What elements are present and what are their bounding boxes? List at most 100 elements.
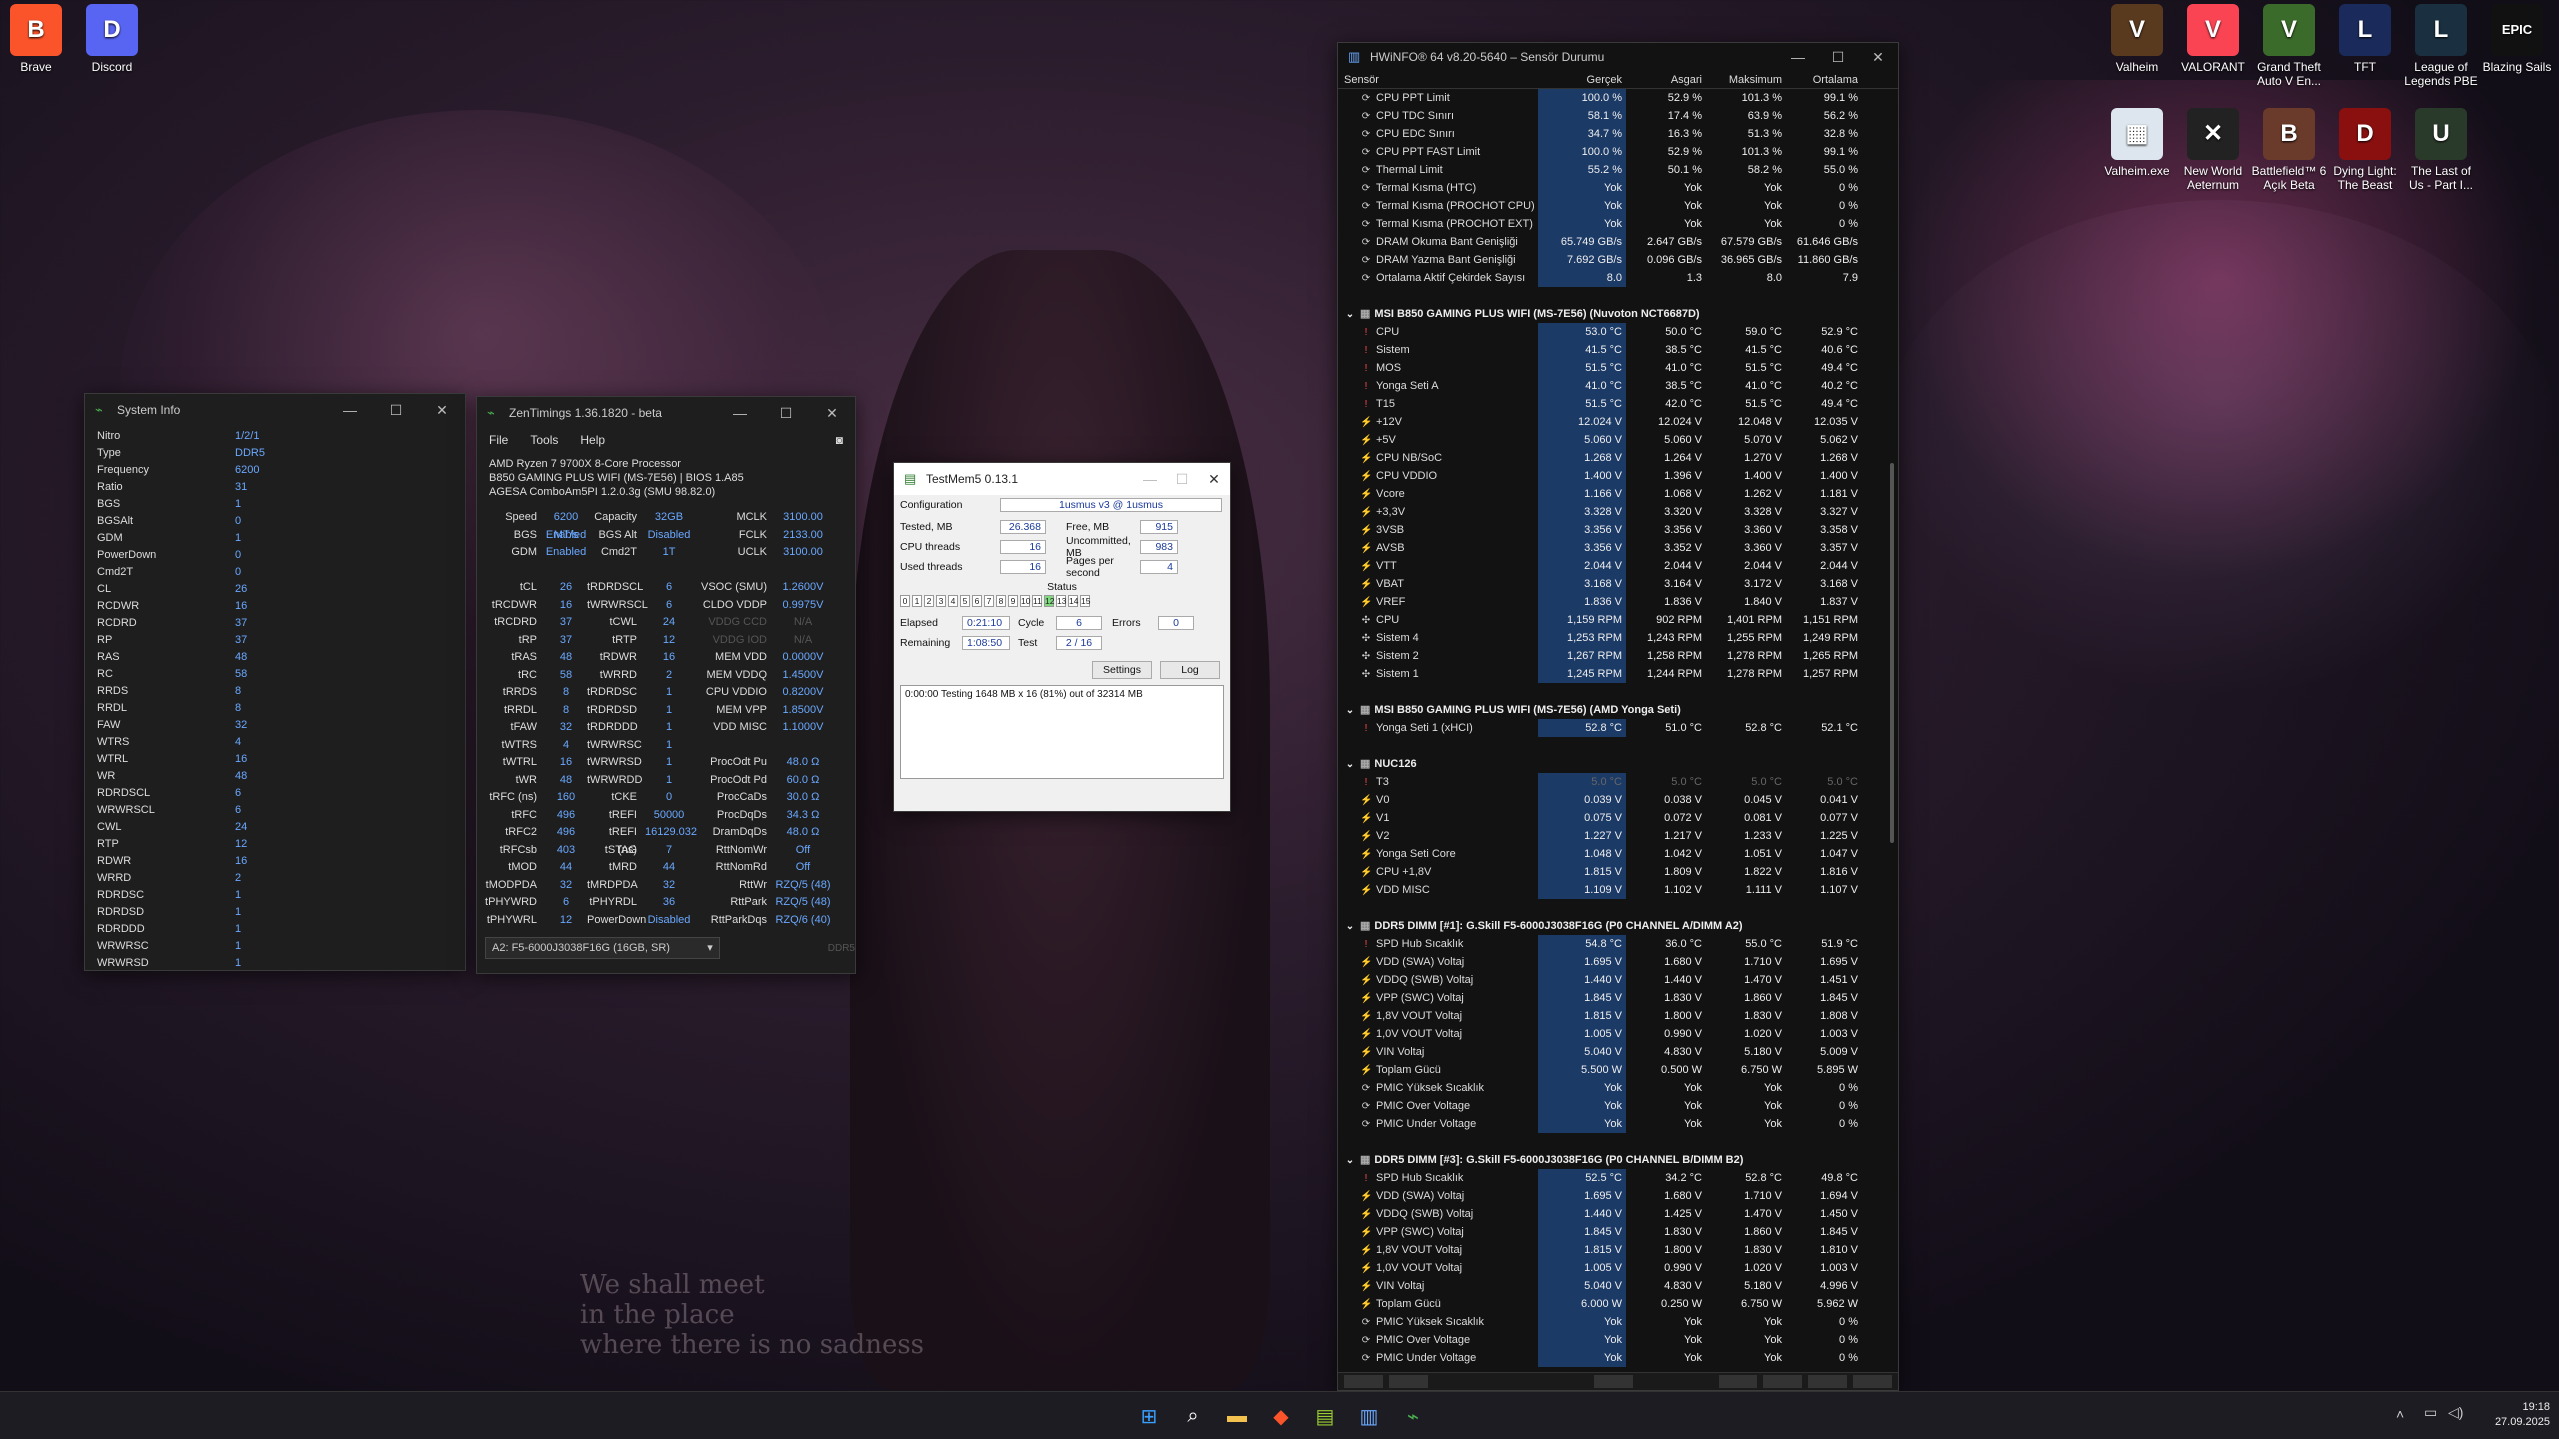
sensor-row[interactable]: ! Sistem 41.5 °C 38.5 °C 41.5 °C 40.6 °C [1338,341,1898,359]
sensor-group-header[interactable]: ⌄ ▦ NUC126 [1338,755,1898,773]
sensor-row[interactable]: ⚡ +3,3V 3.328 V 3.320 V 3.328 V 3.327 V [1338,503,1898,521]
sensor-row[interactable]: ⟳ CPU EDC Sınırı 34.7 % 16.3 % 51.3 % 32.8 % [1338,125,1898,143]
clock-icon[interactable] [1593,1375,1633,1388]
desktop-icon-game[interactable]: ✕ New World Aeternum [2174,108,2252,192]
sensor-group-header[interactable]: ⌄ ▦ DDR5 DIMM [#3]: G.Skill F5-6000J3038F1… [1338,1151,1898,1169]
sensor-row[interactable]: ! T15 51.5 °C 42.0 °C 51.5 °C 49.4 °C [1338,395,1898,413]
menu-file[interactable]: File [489,433,508,449]
close-sensors-icon[interactable] [1853,1375,1893,1388]
brave-icon[interactable]: ◆ [1266,1401,1296,1431]
sensor-row[interactable]: ⚡ +5V 5.060 V 5.060 V 5.070 V 5.062 V [1338,431,1898,449]
sensor-row[interactable]: ⟳ DRAM Yazma Bant Genişliği 7.692 GB/s 0.09… [1338,251,1898,269]
sensor-row[interactable]: ⚡ VDD MISC 1.109 V 1.102 V 1.111 V 1.107 V [1338,881,1898,899]
sensor-row[interactable]: ⚡ Toplam Gücü 5.500 W 0.500 W 6.750 W 5.895 W [1338,1061,1898,1079]
search-icon[interactable]: ⌕ [1178,1401,1208,1431]
close-button[interactable]: ✕ [1198,463,1230,495]
sensor-row[interactable]: ⟳ PMIC Over Voltage Yok Yok Yok 0 % [1338,1097,1898,1115]
sensor-row[interactable]: ⚡ VDD (SWA) Voltaj 1.695 V 1.680 V 1.710 V 1.… [1338,1187,1898,1205]
desktop-icon-game[interactable]: EPIC Blazing Sails [2478,4,2556,74]
minimize-button[interactable]: — [717,397,763,429]
chevron-down-icon[interactable]: ⌄ [1344,702,1356,719]
sensor-row[interactable]: ⟳ CPU TDC Sınırı 58.1 % 17.4 % 63.9 % 56.2 % [1338,107,1898,125]
hwinfo-scrollbar[interactable] [1890,463,1894,843]
sensor-row[interactable]: ⚡ CPU VDDIO 1.400 V 1.396 V 1.400 V 1.400 V [1338,467,1898,485]
tray-chevron-icon[interactable]: ˄ [2396,1406,2404,1422]
desktop-icon-game[interactable]: U The Last of Us - Part I... [2402,108,2480,192]
dimm-select[interactable]: A2: F5-6000J3038F16G (16GB, SR) ▾ [485,937,720,959]
hwinfo-icon[interactable]: ▥ [1354,1401,1384,1431]
minimize-button[interactable]: — [1778,43,1818,71]
sensor-row[interactable]: ⟳ PMIC Yüksek Sıcaklık Yok Yok Yok 0 % [1338,1079,1898,1097]
desktop-icon-game[interactable]: V Grand Theft Auto V En... [2250,4,2328,88]
maximize-button[interactable]: ☐ [1166,463,1198,495]
volume-icon[interactable]: ◁) [2448,1404,2463,1421]
desktop-icon-game[interactable]: L League of Legends PBE [2402,4,2480,88]
sensor-row[interactable]: ! T3 5.0 °C 5.0 °C 5.0 °C 5.0 °C [1338,773,1898,791]
zentimings-titlebar[interactable]: ⌁ ZenTimings 1.36.1820 - beta — ☐ ✕ [477,397,855,429]
sensor-row[interactable]: ⚡ VIN Voltaj 5.040 V 4.830 V 5.180 V 4.996 V [1338,1277,1898,1295]
sensor-row[interactable]: ⚡ Toplam Gücü 6.000 W 0.250 W 6.750 W 5.962 W [1338,1295,1898,1313]
header-sensor[interactable]: Sensör [1338,71,1538,88]
menu-help[interactable]: Help [580,433,605,449]
maximize-button[interactable]: ☐ [763,397,809,429]
sensor-row[interactable]: ! SPD Hub Sıcaklık 54.8 °C 36.0 °C 55.0 °C 51… [1338,935,1898,953]
system-info-titlebar[interactable]: ⌁ System Info — ☐ ✕ [85,394,465,426]
system-info-window[interactable]: ⌁ System Info — ☐ ✕ Nitro 1/2/1 Type DDR5 Fr… [84,393,466,971]
chevron-down-icon[interactable]: ⌄ [1344,918,1356,935]
sensor-row[interactable]: ⚡ VTT 2.044 V 2.044 V 2.044 V 2.044 V [1338,557,1898,575]
header-min[interactable]: Asgari [1626,71,1706,88]
network-icon[interactable]: ▭ [2424,1404,2437,1421]
desktop-icon-discord[interactable]: D Discord [73,4,151,74]
sensor-row[interactable]: ⟳ PMIC Under Voltage Yok Yok Yok 0 % [1338,1115,1898,1133]
sensor-row[interactable]: ⟳ Termal Kısma (PROCHOT CPU) Yok Yok Yok 0 % [1338,197,1898,215]
clock[interactable]: 19:18 27.09.2025 [2480,1400,2550,1430]
sensor-row[interactable]: ⚡ VREF 1.836 V 1.836 V 1.840 V 1.837 V [1338,593,1898,611]
sensor-row[interactable]: ⟳ Termal Kısma (HTC) Yok Yok Yok 0 % [1338,179,1898,197]
sensor-row[interactable]: ! CPU 53.0 °C 50.0 °C 59.0 °C 52.9 °C [1338,323,1898,341]
hwinfo-window[interactable]: ▥ HWiNFO® 64 v8.20-5640 – Sensör Durumu … [1337,42,1899,1391]
close-button[interactable]: ✕ [1858,43,1898,71]
sensor-row[interactable]: ⟳ CPU PPT FAST Limit 100.0 % 52.9 % 101.3 % 9… [1338,143,1898,161]
log-button[interactable]: Log [1160,661,1220,679]
desktop-icon-game[interactable]: ▦ Valheim.exe [2098,108,2176,178]
sensor-row[interactable]: ⚡ AVSB 3.356 V 3.352 V 3.360 V 3.357 V [1338,539,1898,557]
sensor-row[interactable]: ⚡ CPU +1,8V 1.815 V 1.809 V 1.822 V 1.816 V [1338,863,1898,881]
sensor-row[interactable]: ⚡ VDD (SWA) Voltaj 1.695 V 1.680 V 1.710 V 1.… [1338,953,1898,971]
sensor-row[interactable]: ⟳ DRAM Okuma Bant Genişliği 65.749 GB/s 2.6… [1338,233,1898,251]
sensor-row[interactable]: ⚡ CPU NB/SoC 1.268 V 1.264 V 1.270 V 1.268 V [1338,449,1898,467]
sensor-row[interactable]: ⚡ 1,8V VOUT Voltaj 1.815 V 1.800 V 1.830 V 1.… [1338,1241,1898,1259]
sensor-row[interactable]: ✣ Sistem 4 1,253 RPM 1,243 RPM 1,255 RPM 1,24… [1338,629,1898,647]
sensor-row[interactable]: ✣ Sistem 2 1,267 RPM 1,258 RPM 1,278 RPM 1,26… [1338,647,1898,665]
sensor-row[interactable]: ! SPD Hub Sıcaklık 52.5 °C 34.2 °C 52.8 °C 49… [1338,1169,1898,1187]
sensor-row[interactable]: ⚡ VIN Voltaj 5.040 V 4.830 V 5.180 V 5.009 V [1338,1043,1898,1061]
sensor-row[interactable]: ⚡ Yonga Seti Core 1.048 V 1.042 V 1.051 V 1.0… [1338,845,1898,863]
sensor-group-header[interactable]: ⌄ ▦ MSI B850 GAMING PLUS WIFI (MS-7E56) (N… [1338,305,1898,323]
sensor-row[interactable]: ⚡ Vcore 1.166 V 1.068 V 1.262 V 1.181 V [1338,485,1898,503]
desktop-icon-game[interactable]: L TFT [2326,4,2404,74]
sensor-row[interactable]: ⚡ +12V 12.024 V 12.024 V 12.048 V 12.035 V [1338,413,1898,431]
menu-tools[interactable]: Tools [530,433,558,449]
sensor-row[interactable]: ⚡ 1,0V VOUT Voltaj 1.005 V 0.990 V 1.020 V 1.… [1338,1025,1898,1043]
sensor-row[interactable]: ⚡ VDDQ (SWB) Voltaj 1.440 V 1.440 V 1.470 V1… [1338,971,1898,989]
sensor-row[interactable]: ⟳ PMIC Yüksek Sıcaklık Yok Yok Yok 0 % [1338,1313,1898,1331]
close-button[interactable]: ✕ [419,394,465,426]
sensor-row[interactable]: ⚡ VPP (SWC) Voltaj 1.845 V 1.830 V 1.860 V 1.… [1338,989,1898,1007]
log-output[interactable]: 0:00:00 Testing 1648 MB x 16 (81%) out o… [900,685,1224,779]
report-icon[interactable] [1763,1375,1803,1388]
hwinfo-titlebar[interactable]: ▥ HWiNFO® 64 v8.20-5640 – Sensör Durumu … [1338,43,1898,71]
sensor-row[interactable]: ⚡ VDDQ (SWB) Voltaj 1.440 V 1.425 V 1.470 V1… [1338,1205,1898,1223]
reset-icon[interactable] [1808,1375,1848,1388]
sensor-row[interactable]: ⚡ VPP (SWC) Voltaj 1.845 V 1.830 V 1.860 V 1.… [1338,1223,1898,1241]
settings-icon[interactable] [1718,1375,1758,1388]
file-explorer-icon[interactable]: ▬ [1222,1401,1252,1431]
sensor-row[interactable]: ✣ Sistem 1 1,245 RPM 1,244 RPM 1,278 RPM 1,25… [1338,665,1898,683]
zentimings-icon[interactable]: ⌁ [1398,1401,1428,1431]
chevron-down-icon[interactable]: ⌄ [1344,306,1356,323]
settings-button[interactable]: Settings [1092,661,1152,679]
memory-tool-icon[interactable]: ▤ [1310,1401,1340,1431]
testmem-titlebar[interactable]: ▤ TestMem5 0.13.1 — ☐ ✕ [894,463,1230,495]
chevron-down-icon[interactable]: ⌄ [1344,1152,1356,1169]
sensor-list[interactable]: ⟳ CPU PPT Limit 100.0 % 52.9 % 101.3 % 99.1 %… [1338,89,1898,1369]
maximize-button[interactable]: ☐ [373,394,419,426]
nav-left-icon[interactable] [1344,1375,1383,1388]
